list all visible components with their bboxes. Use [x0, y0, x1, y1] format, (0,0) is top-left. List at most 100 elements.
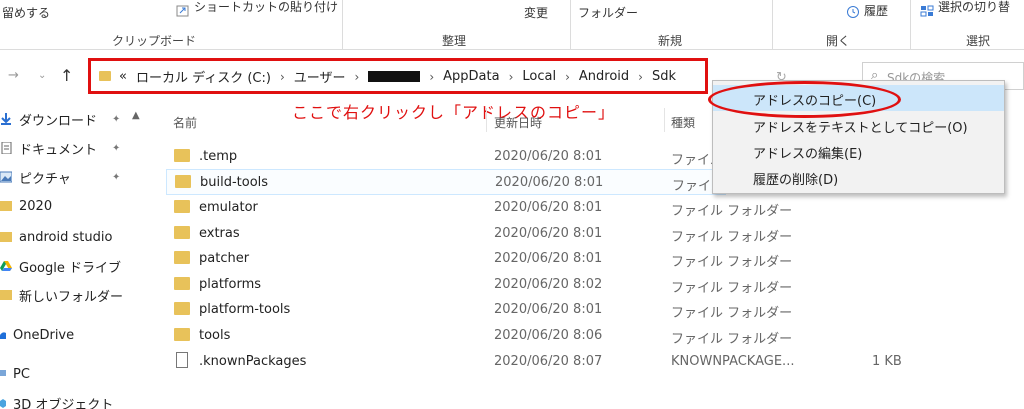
- group-label-clipboard: クリップボード: [112, 34, 197, 48]
- file-icon: [176, 352, 188, 368]
- folder-icon: [174, 302, 190, 315]
- file-name: extras: [199, 226, 240, 241]
- column-divider[interactable]: [664, 108, 665, 132]
- sidebar-item-label: Google ドライブ: [19, 260, 121, 276]
- pin-to-quick-access-label[interactable]: 留めする: [2, 6, 50, 20]
- sidebar-scrollbar[interactable]: ▲: [130, 108, 144, 409]
- file-date: 2020/06/20 8:01: [495, 175, 604, 190]
- folder-icon: [175, 175, 191, 188]
- file-size: 1 KB: [872, 354, 902, 369]
- sidebar-item-label: ドキュメント: [19, 142, 98, 158]
- breadcrumb-overflow[interactable]: «: [119, 69, 127, 84]
- breadcrumb-chevron-icon[interactable]: ›: [355, 70, 360, 84]
- breadcrumb-chevron-icon[interactable]: ›: [509, 70, 514, 84]
- navigation-pane: ダウンロード ✦ ドキュメント ✦ ピクチャ ✦ 2020 android st…: [0, 104, 150, 409]
- sidebar-item-label: 新しいフォルダー: [19, 289, 124, 305]
- menu-item-edit-address[interactable]: アドレスの編集(E): [713, 138, 1004, 164]
- folder-icon: [0, 201, 12, 211]
- pin-icon[interactable]: ✦: [112, 114, 120, 125]
- column-header-type[interactable]: 種類: [671, 114, 695, 131]
- file-row[interactable]: extras 2020/06/20 8:01 ファイル フォルダー: [166, 221, 792, 247]
- file-row[interactable]: platform-tools 2020/06/20 8:01 ファイル フォルダ…: [166, 297, 792, 323]
- file-type: ファイル フォルダー: [671, 332, 793, 347]
- pin-icon[interactable]: ✦: [112, 143, 120, 154]
- file-row[interactable]: .knownPackages 2020/06/20 8:07 KNOWNPACK…: [166, 349, 906, 375]
- file-row[interactable]: .temp 2020/06/20 8:01 ファイル フォルダー: [166, 144, 792, 170]
- breadcrumb-local[interactable]: Local: [522, 69, 556, 84]
- sidebar-item-label: 3D オブジェクト: [13, 397, 114, 409]
- file-type: ファイル フォルダー: [671, 281, 793, 296]
- folder-icon: [174, 226, 190, 239]
- group-label-organize: 整理: [442, 34, 467, 48]
- cube-icon: [0, 397, 6, 409]
- sidebar-item-google-drive[interactable]: Google ドライブ: [0, 253, 150, 279]
- file-row[interactable]: platforms 2020/06/20 8:02 ファイル フォルダー: [166, 272, 792, 298]
- breadcrumb-chevron-icon[interactable]: ›: [565, 70, 570, 84]
- back-arrow-icon[interactable]: →: [8, 68, 19, 83]
- sidebar-item-label: ダウンロード: [19, 113, 98, 129]
- file-date: 2020/06/20 8:02: [494, 277, 603, 292]
- file-row[interactable]: emulator 2020/06/20 8:01 ファイル フォルダー: [166, 195, 792, 221]
- redacted-username: [368, 71, 421, 82]
- sidebar-item-2020[interactable]: 2020: [0, 193, 150, 219]
- sidebar-item-3d-objects[interactable]: 3D オブジェクト: [0, 390, 150, 409]
- file-type: ファイル フォルダー: [671, 230, 793, 245]
- file-date: 2020/06/20 8:06: [494, 328, 603, 343]
- address-bar[interactable]: « ローカル ディスク (C:) › ユーザー › › AppData › Lo…: [88, 58, 708, 94]
- breadcrumb-chevron-icon[interactable]: ›: [429, 70, 434, 84]
- folder-icon: [174, 277, 190, 290]
- breadcrumb-sdk[interactable]: Sdk: [652, 69, 676, 84]
- paste-shortcut-button[interactable]: ショートカットの貼り付け: [194, 0, 338, 14]
- file-type: ファイル フォルダー: [671, 204, 793, 219]
- file-row[interactable]: build-tools 2020/06/20 8:01 ファイル フォルダー: [166, 169, 793, 195]
- google-drive-icon: [0, 260, 12, 272]
- breadcrumb-chevron-icon[interactable]: ›: [280, 70, 285, 84]
- menu-item-delete-history[interactable]: 履歴の削除(D): [713, 164, 1004, 190]
- rename-button[interactable]: 変更: [524, 6, 548, 20]
- breadcrumb-appdata[interactable]: AppData: [443, 69, 499, 84]
- ribbon-separator: [910, 0, 911, 50]
- breadcrumb-users[interactable]: ユーザー: [294, 67, 346, 86]
- file-date: 2020/06/20 8:01: [494, 149, 603, 164]
- sidebar-item-downloads[interactable]: ダウンロード ✦: [0, 106, 150, 132]
- shortcut-paste-icon: [176, 2, 190, 21]
- recent-locations-chevron-icon[interactable]: ⌄: [38, 70, 46, 81]
- folder-icon: [174, 200, 190, 213]
- group-label-select: 選択: [966, 34, 991, 48]
- sidebar-item-label: 2020: [19, 198, 53, 214]
- file-date: 2020/06/20 8:01: [494, 302, 603, 317]
- file-name: patcher: [199, 251, 250, 266]
- file-type: ファイル フォルダー: [671, 255, 793, 270]
- folder-icon: [174, 149, 190, 162]
- breadcrumb-chevron-icon[interactable]: ›: [638, 70, 643, 84]
- file-date: 2020/06/20 8:01: [494, 226, 603, 241]
- sidebar-item-label: ピクチャ: [19, 171, 71, 187]
- file-name: tools: [199, 328, 231, 343]
- pin-icon[interactable]: ✦: [112, 172, 120, 183]
- ribbon-separator: [772, 0, 773, 50]
- sidebar-item-documents[interactable]: ドキュメント ✦: [0, 135, 150, 161]
- menu-item-copy-address-as-text[interactable]: アドレスをテキストとしてコピー(O): [713, 112, 1004, 138]
- sidebar-item-new-folder[interactable]: 新しいフォルダー: [0, 282, 150, 308]
- up-arrow-icon[interactable]: ↑: [60, 66, 73, 85]
- folder-icon: [99, 71, 111, 81]
- file-row[interactable]: tools 2020/06/20 8:06 ファイル フォルダー: [166, 323, 792, 349]
- breadcrumb-local-disk[interactable]: ローカル ディスク (C:): [136, 67, 271, 86]
- invert-selection-button[interactable]: 選択の切り替: [938, 0, 1010, 14]
- breadcrumb-android[interactable]: Android: [579, 69, 629, 84]
- download-arrow-icon: [0, 113, 12, 125]
- instruction-annotation: ここで右クリックし「アドレスのコピー」: [292, 103, 616, 122]
- highlight-ellipse: [708, 81, 901, 118]
- scroll-up-arrow-icon[interactable]: ▲: [132, 110, 140, 121]
- sidebar-item-onedrive[interactable]: OneDrive: [0, 322, 150, 348]
- sidebar-item-android-studio[interactable]: android studio: [0, 224, 150, 250]
- sidebar-item-pc[interactable]: PC: [0, 361, 150, 387]
- sidebar-item-pictures[interactable]: ピクチャ ✦: [0, 164, 150, 190]
- new-folder-button[interactable]: フォルダー: [578, 6, 638, 20]
- column-header-date[interactable]: 更新日時: [494, 114, 542, 131]
- file-row[interactable]: patcher 2020/06/20 8:01 ファイル フォルダー: [166, 246, 792, 272]
- column-divider[interactable]: [486, 108, 487, 132]
- file-name: build-tools: [200, 175, 269, 190]
- column-header-name[interactable]: 名前: [173, 114, 197, 131]
- history-button[interactable]: 履歴: [864, 4, 888, 18]
